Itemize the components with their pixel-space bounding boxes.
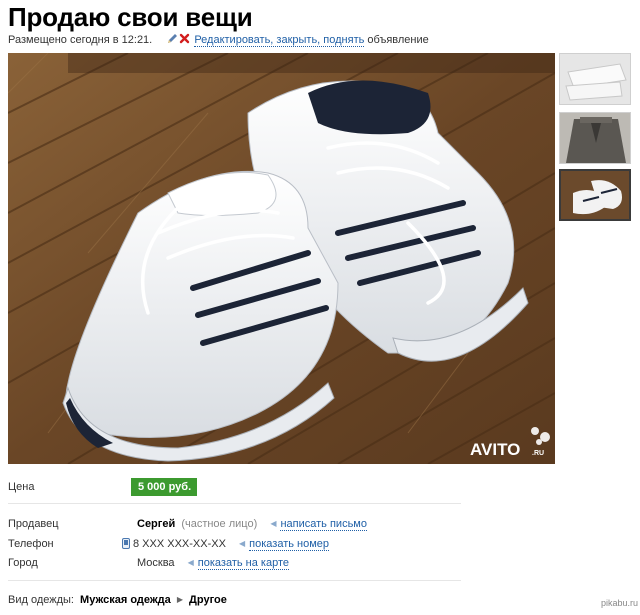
seller-info: Сергей (частное лицо) ◀ написать письмо: [137, 518, 367, 531]
price-badge: 5 000 руб.: [131, 478, 198, 496]
category-level-1[interactable]: Мужская одежда: [80, 594, 171, 606]
city-name: Москва: [137, 557, 175, 569]
phone-number: 8 XXX XXX-XX-XX: [133, 538, 226, 550]
write-message-link[interactable]: ◀ написать письмо: [270, 518, 367, 531]
edit-listing-link[interactable]: Редактировать, закрыть, поднять: [194, 34, 365, 47]
show-on-map-link[interactable]: ◀ показать на карте: [187, 557, 289, 570]
phone-info: 8 XXX XXX-XX-XX ◀ показать номер: [122, 538, 330, 551]
seller-name: Сергей: [137, 518, 176, 530]
listing-meta: Размещено сегодня в 12:21. Редактировать…: [8, 33, 429, 47]
city-label: Город: [8, 557, 38, 569]
category-breadcrumb: Вид одежды: Мужская одежда ▶ Другое: [8, 594, 227, 606]
phone-label: Телефон: [8, 538, 54, 550]
avito-watermark: AVITO: [470, 440, 520, 459]
chevron-right-icon: ▶: [176, 595, 183, 604]
seller-type: (частное лицо): [181, 518, 258, 530]
main-photo[interactable]: AVITO .RU: [8, 53, 555, 464]
site-watermark: pikabu.ru: [600, 598, 638, 608]
listing-page: Продаю свои вещи Размещено сегодня в 12:…: [0, 0, 640, 615]
mobile-phone-icon: [122, 538, 130, 549]
seller-label: Продавец: [8, 518, 59, 530]
price-label: Цена: [8, 481, 35, 493]
posted-time: Размещено сегодня в 12:21.: [8, 34, 153, 46]
page-title: Продаю свои вещи: [8, 2, 253, 32]
edit-link-suffix: объявление: [364, 34, 429, 46]
thumbnail-sneakers[interactable]: [559, 169, 631, 221]
arrow-left-icon: ◀: [270, 519, 277, 528]
pencil-icon[interactable]: [167, 33, 178, 44]
arrow-left-icon: ◀: [187, 558, 194, 567]
show-number-link[interactable]: ◀ показать номер: [239, 538, 330, 551]
divider: [8, 503, 461, 504]
category-level-2[interactable]: Другое: [189, 594, 227, 606]
divider: [8, 580, 461, 581]
close-icon[interactable]: [179, 33, 190, 44]
city-info: Москва ◀ показать на карте: [137, 557, 289, 570]
thumbnail-jacket[interactable]: [559, 112, 631, 164]
sneakers-photo: AVITO .RU: [8, 53, 555, 464]
avito-watermark-suffix: .RU: [532, 450, 544, 457]
arrow-left-icon: ◀: [239, 539, 246, 548]
thumbnail-trousers[interactable]: [559, 53, 631, 105]
category-label: Вид одежды:: [8, 594, 74, 606]
